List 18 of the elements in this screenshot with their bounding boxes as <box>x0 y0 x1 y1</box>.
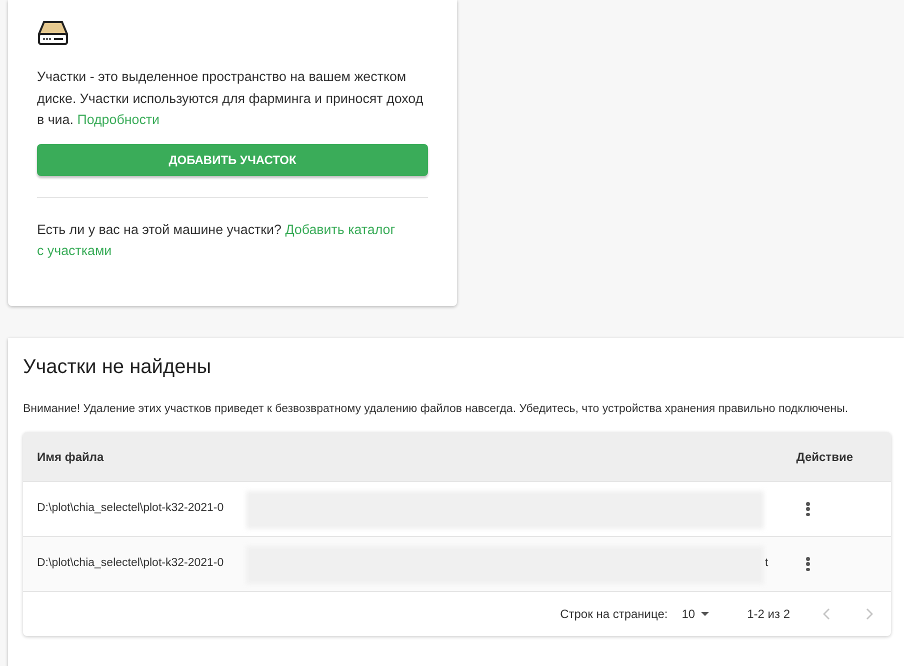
add-directory-link[interactable]: Добавить каталог <box>285 222 396 236</box>
warning-text: Внимание! Удаление этих участков приведет к безвозвратному удалению файлов навсегда. Убедитесь, что устройства хранения правильно подключены. <box>23 402 850 417</box>
hard-drive-icon <box>37 20 69 46</box>
file-path: t <box>765 556 768 572</box>
column-header: Действие <box>796 448 853 466</box>
page-range: 1-2 из 2 <box>747 606 790 623</box>
file-path: D:\plot\chia_selectel\plot-k32-2021-0 <box>37 501 224 516</box>
details-link[interactable]: Подробности <box>77 112 160 127</box>
add-directory-link[interactable]: с участками <box>37 242 112 258</box>
rows-per-page-label: Строк на странице: <box>560 606 668 623</box>
description-text: Участки - это выделенное пространство на вашем жестком диске. Участки используются для фарминга и приносят доход в чиа. Подробности <box>37 68 424 129</box>
caret-icon <box>701 612 710 616</box>
rows-per-page-select[interactable]: 10 <box>682 605 710 623</box>
file-path: D:\plot\chia_selectel\plot-k32-2021-0 <box>37 556 224 572</box>
question-text: Есть ли у вас на этой машине участки? <box>37 222 282 236</box>
section-title: Участки не найдены <box>23 355 212 380</box>
column-header: Имя файла <box>37 448 104 466</box>
add-plot-button[interactable]: ДОБАВИТЬ УЧАСТОК <box>37 144 428 176</box>
